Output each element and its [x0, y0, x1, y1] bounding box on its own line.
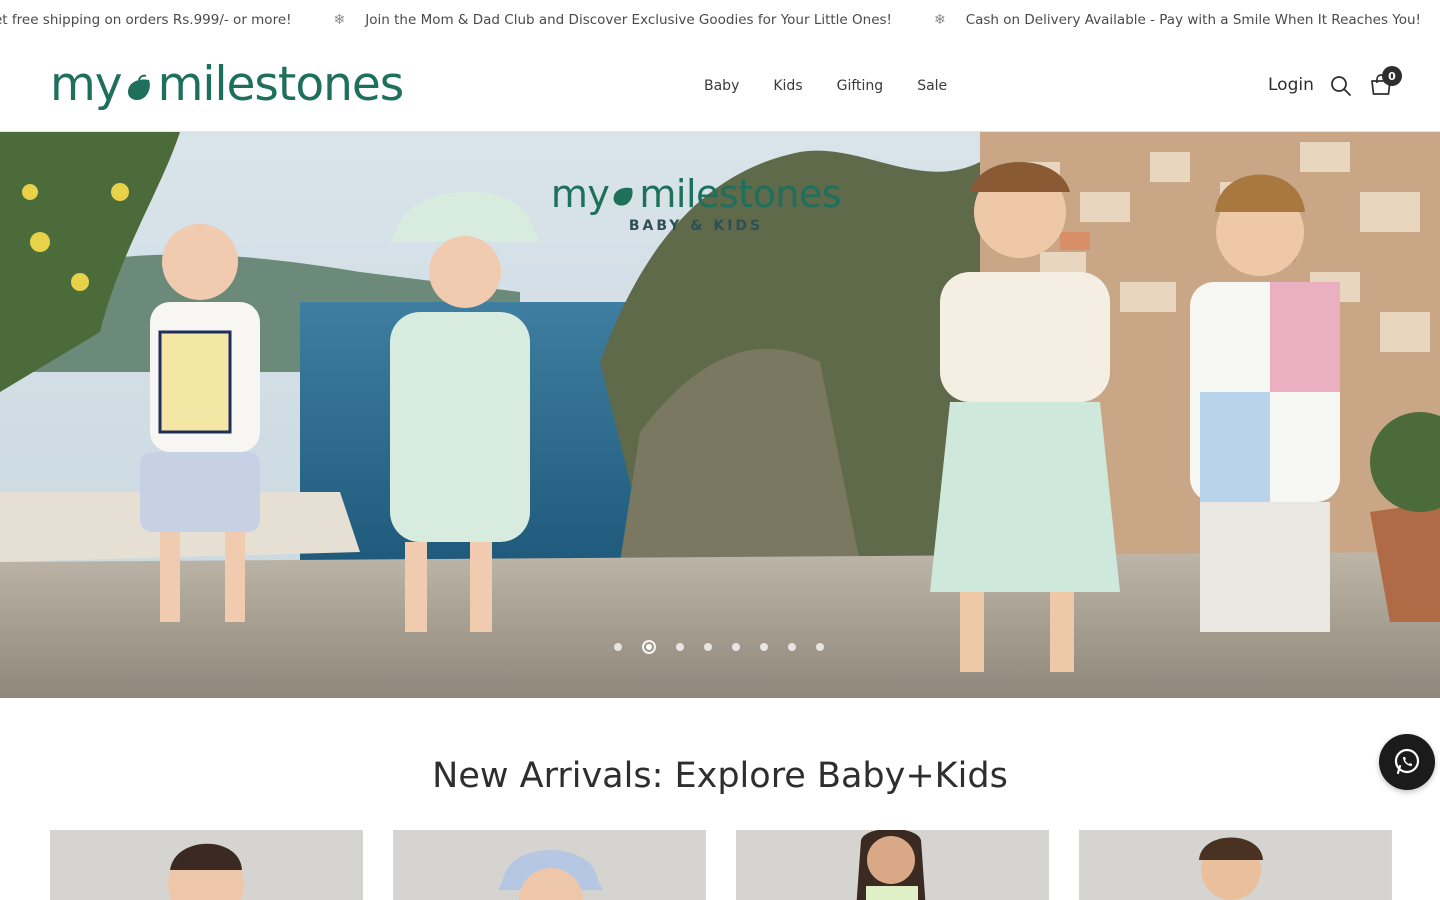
hero-banner[interactable]: my milestones BABY & KIDS [0, 132, 1440, 698]
product-grid [50, 830, 1392, 900]
slider-dot[interactable] [676, 643, 684, 651]
hero-logo: my milestones BABY & KIDS [546, 172, 846, 234]
site-logo[interactable]: my milestones [50, 50, 410, 120]
announcement-club[interactable]: Join the Mom & Dad Club and Discover Exc… [365, 12, 892, 28]
product-card[interactable] [736, 830, 1049, 900]
slider-dot[interactable] [760, 643, 768, 651]
product-card[interactable] [50, 830, 363, 900]
snowflake-icon: ❄ [333, 12, 346, 28]
nav-item-baby[interactable]: Baby [704, 78, 739, 94]
slider-dot[interactable] [816, 643, 824, 651]
snowflake-icon: ❄ [933, 12, 946, 28]
product-image [393, 830, 705, 900]
slider-dot[interactable] [614, 643, 622, 651]
new-arrivals-heading: New Arrivals: Explore Baby+Kids [432, 756, 1008, 796]
main-nav: Baby Kids Gifting Sale [704, 78, 947, 94]
slider-dot-active[interactable] [642, 640, 656, 654]
slider-dot[interactable] [788, 643, 796, 651]
announcement-bar: et free shipping on orders Rs.999/- or m… [0, 0, 1440, 42]
site-header: my milestones Baby Kids Gifting Sale Log… [0, 42, 1440, 132]
nav-item-sale[interactable]: Sale [917, 78, 947, 94]
product-image [736, 830, 1049, 900]
cart-count-badge: 0 [1382, 66, 1402, 86]
hero-logo-subtitle: BABY & KIDS [628, 218, 764, 234]
hero-logo-my: my [550, 172, 610, 216]
product-card[interactable] [393, 830, 706, 900]
slider-dot[interactable] [732, 643, 740, 651]
announcement-shipping[interactable]: et free shipping on orders Rs.999/- or m… [0, 12, 292, 28]
search-icon[interactable] [1330, 75, 1352, 97]
leaf-icon [613, 187, 633, 206]
nav-item-kids[interactable]: Kids [773, 78, 802, 94]
product-card[interactable] [1079, 830, 1392, 900]
product-image [1079, 830, 1391, 900]
leaf-icon [127, 74, 150, 100]
nav-item-gifting[interactable]: Gifting [837, 78, 884, 94]
announcement-cod[interactable]: Cash on Delivery Available - Pay with a … [966, 12, 1421, 28]
slider-dot[interactable] [704, 643, 712, 651]
login-link[interactable]: Login [1268, 75, 1314, 95]
logo-text-milestones: milestones [157, 57, 405, 112]
whatsapp-icon [1394, 748, 1420, 775]
product-image [50, 830, 363, 900]
logo-text-my: my [50, 57, 123, 112]
hero-logo-milestones: milestones [639, 172, 842, 216]
slider-dots [614, 640, 824, 654]
whatsapp-button[interactable] [1379, 734, 1435, 790]
